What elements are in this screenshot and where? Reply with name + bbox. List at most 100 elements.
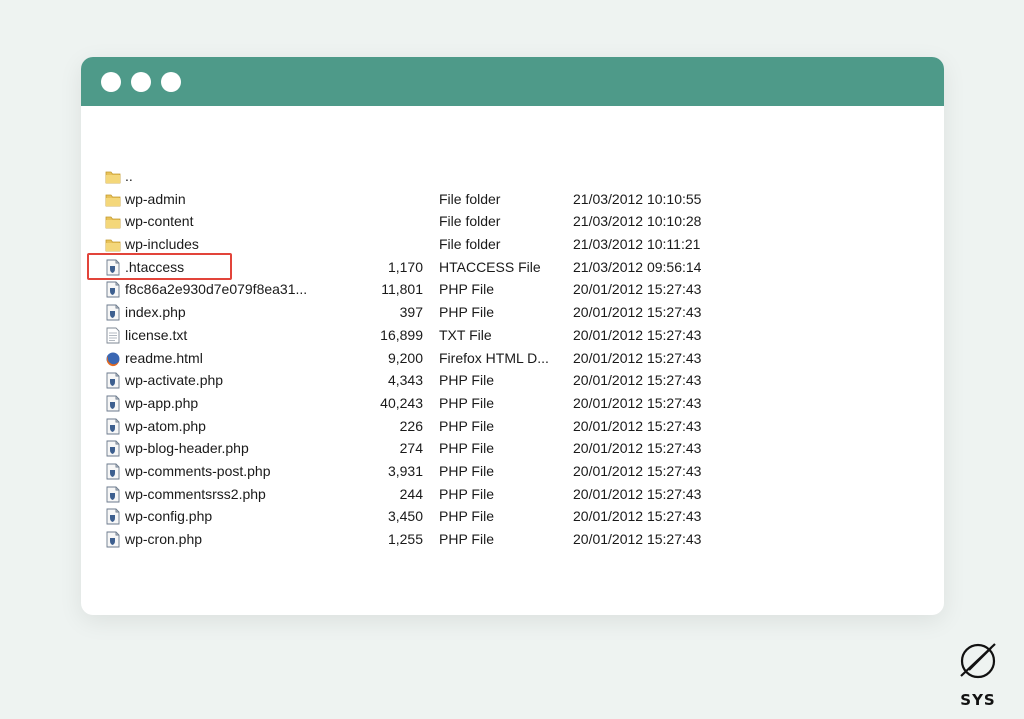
file-type: PHP File bbox=[439, 440, 494, 457]
file-name: readme.html bbox=[125, 349, 203, 366]
file-row[interactable]: wp-blog-header.php 274 PHP File 20/01/2012 … bbox=[101, 437, 801, 460]
folder-icon bbox=[105, 236, 121, 253]
file-name: wp-atom.php bbox=[125, 417, 206, 434]
file-name: wp-config.php bbox=[125, 508, 213, 525]
script-file-icon bbox=[105, 372, 121, 389]
file-row[interactable]: wp-activate.php 4,343 PHP File 20/01/2012 1… bbox=[101, 369, 801, 392]
file-size: 274 bbox=[399, 440, 423, 457]
file-name: wp-comments-post.php bbox=[125, 462, 271, 479]
text-file-icon bbox=[105, 327, 121, 344]
folder-icon bbox=[105, 191, 121, 208]
file-row[interactable]: index.php 397 PHP File 20/01/2012 15:27:43 bbox=[101, 301, 801, 324]
file-modified-date: 20/01/2012 15:27:43 bbox=[573, 394, 702, 411]
file-modified-date: 21/03/2012 10:10:55 bbox=[573, 190, 702, 207]
file-modified-date: 20/01/2012 15:27:43 bbox=[573, 417, 702, 434]
file-size: 3,450 bbox=[387, 508, 423, 525]
file-type: PHP File bbox=[439, 531, 494, 547]
file-row[interactable]: wp-cron.php 1,255 PHP File 20/01/2012 15:27… bbox=[101, 528, 801, 551]
file-modified-date: 20/01/2012 15:27:43 bbox=[573, 372, 702, 389]
file-type: File folder bbox=[439, 213, 501, 230]
sys-logo-icon bbox=[960, 643, 996, 679]
file-size: 1,255 bbox=[387, 531, 423, 547]
file-size: 1,170 bbox=[387, 258, 423, 275]
file-type: PHP File bbox=[439, 417, 494, 434]
file-row[interactable]: f8c86a2e930d7e079f8ea31... 11,801 PHP File… bbox=[101, 278, 801, 301]
file-row[interactable]: .. bbox=[101, 165, 801, 188]
window-dot-2[interactable] bbox=[131, 71, 151, 92]
file-name: wp-app.php bbox=[125, 394, 199, 411]
file-type: PHP File bbox=[439, 462, 494, 479]
window-dot-3[interactable] bbox=[161, 71, 181, 92]
file-row[interactable]: wp-config.php 3,450 PHP File 20/01/2012 15:… bbox=[101, 505, 801, 528]
window-titlebar bbox=[81, 57, 944, 106]
file-modified-date: 20/01/2012 15:27:43 bbox=[573, 462, 702, 479]
file-type: PHP File bbox=[439, 394, 494, 411]
file-type: File folder bbox=[439, 236, 501, 253]
file-name: wp-admin bbox=[125, 190, 186, 207]
file-size: 244 bbox=[399, 485, 423, 502]
script-file-icon bbox=[105, 304, 121, 321]
file-size: 16,899 bbox=[380, 326, 423, 343]
file-modified-date: 20/01/2012 15:27:43 bbox=[573, 281, 702, 298]
file-name: wp-blog-header.php bbox=[125, 440, 249, 457]
file-name: wp-activate.php bbox=[125, 372, 224, 389]
script-file-icon bbox=[105, 440, 121, 457]
brand-logo: SYS bbox=[953, 640, 1003, 710]
file-modified-date: 21/03/2012 10:11:21 bbox=[573, 236, 701, 253]
file-row[interactable]: readme.html 9,200 Firefox HTML D... 20/01/2… bbox=[101, 347, 801, 370]
script-file-icon bbox=[105, 486, 121, 503]
file-modified-date: 20/01/2012 15:27:43 bbox=[573, 349, 702, 366]
file-type: TXT File bbox=[439, 326, 492, 343]
file-row[interactable]: wp-atom.php 226 PHP File 20/01/2012 15:27:4… bbox=[101, 415, 801, 438]
file-type: PHP File bbox=[439, 485, 494, 502]
file-type: PHP File bbox=[439, 304, 494, 321]
file-size: 40,243 bbox=[380, 394, 423, 411]
file-name: f8c86a2e930d7e079f8ea31... bbox=[125, 281, 308, 298]
script-file-icon bbox=[105, 531, 121, 548]
file-size: 11,801 bbox=[381, 281, 423, 298]
file-modified-date: 20/01/2012 15:27:43 bbox=[573, 485, 702, 502]
file-modified-date: 20/01/2012 15:27:43 bbox=[573, 508, 702, 525]
folder-icon bbox=[105, 213, 121, 230]
htaccess-highlight-box bbox=[87, 253, 232, 280]
script-file-icon bbox=[105, 463, 121, 480]
script-file-icon bbox=[105, 508, 121, 525]
script-file-icon bbox=[105, 281, 121, 298]
file-size: 3,931 bbox=[387, 462, 423, 479]
file-type: PHP File bbox=[439, 508, 494, 525]
file-type: PHP File bbox=[439, 372, 494, 389]
file-row[interactable]: wp-admin File folder 21/03/2012 10:10:55 bbox=[101, 188, 801, 211]
window-dot-1[interactable] bbox=[101, 71, 121, 92]
folder-icon bbox=[105, 168, 121, 185]
file-name: license.txt bbox=[125, 326, 188, 343]
file-name: wp-cron.php bbox=[125, 531, 203, 547]
file-modified-date: 20/01/2012 15:27:43 bbox=[573, 304, 702, 321]
file-name: .. bbox=[125, 168, 133, 184]
file-modified-date: 21/03/2012 09:56:14 bbox=[573, 258, 702, 275]
file-size: 9,200 bbox=[387, 349, 423, 366]
file-name: wp-commentsrss2.php bbox=[125, 485, 266, 502]
file-size: 397 bbox=[399, 304, 423, 321]
file-modified-date: 20/01/2012 15:27:43 bbox=[573, 326, 702, 343]
firefox-icon bbox=[105, 350, 121, 367]
file-list: .. wp-admin File folder 21/03/2012 10:10:55… bbox=[101, 165, 801, 551]
file-name: wp-content bbox=[125, 213, 194, 230]
file-row[interactable]: wp-content File folder 21/03/2012 10:10:28 bbox=[101, 210, 801, 233]
file-modified-date: 20/01/2012 15:27:43 bbox=[573, 440, 702, 457]
brand-label: SYS bbox=[960, 691, 996, 709]
file-modified-date: 21/03/2012 10:10:28 bbox=[573, 213, 702, 230]
file-name: index.php bbox=[125, 304, 186, 321]
script-file-icon bbox=[105, 395, 121, 412]
file-modified-date: 20/01/2012 15:27:43 bbox=[573, 531, 702, 547]
file-type: PHP File bbox=[439, 281, 494, 298]
file-row[interactable]: license.txt 16,899 TXT File 20/01/2012 15:2… bbox=[101, 324, 801, 347]
file-type: Firefox HTML D... bbox=[439, 349, 549, 366]
file-row[interactable]: wp-app.php 40,243 PHP File 20/01/2012 15:27… bbox=[101, 392, 801, 415]
file-type: HTACCESS File bbox=[439, 258, 541, 275]
script-file-icon bbox=[105, 418, 121, 435]
file-size: 226 bbox=[399, 417, 423, 434]
file-row[interactable]: wp-comments-post.php 3,931 PHP File 20/01/2… bbox=[101, 460, 801, 483]
file-row[interactable]: wp-commentsrss2.php 244 PHP File 20/01/2012… bbox=[101, 483, 801, 506]
file-explorer-window: .. wp-admin File folder 21/03/2012 10:10:55… bbox=[81, 57, 944, 615]
file-type: File folder bbox=[439, 190, 501, 207]
